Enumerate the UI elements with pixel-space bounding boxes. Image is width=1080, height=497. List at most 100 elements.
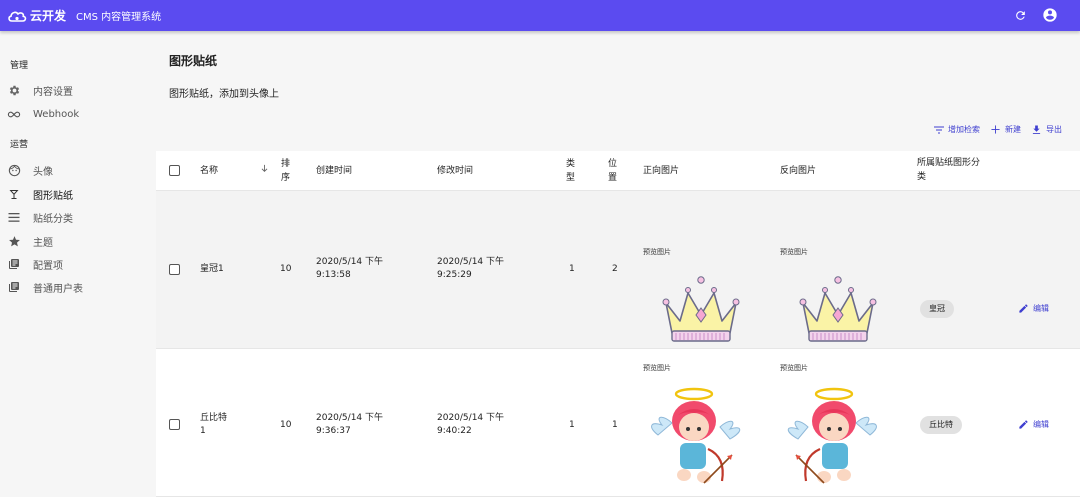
sidebar-item-config[interactable]: 配置项 [7,256,63,272]
sidebar-item-themes[interactable]: 主题 [7,233,53,249]
sidebar-item-label: 头像 [33,166,53,178]
column-type[interactable]: 类 型 [566,157,575,185]
nav-group-manage: 管理 [10,61,29,71]
sidebar-item-content-settings[interactable]: 内容设置 [7,82,73,98]
sidebar-item-webhook[interactable]: Webhook [7,106,79,122]
sidebar-item-label: 普通用户表 [33,283,83,295]
category-chip[interactable]: 皇冠 [920,300,954,318]
table-toolbar: 增加检索 新建 导出 [923,124,1062,135]
nav-group-ops: 运营 [10,140,29,150]
sidebar-item-stickers[interactable]: 图形贴纸 [7,186,73,202]
face-icon [7,163,21,177]
column-modified[interactable]: 修改时间 [437,164,473,178]
add-search-button[interactable]: 增加检索 [933,124,980,135]
cell-order: 10 [280,420,292,430]
column-created[interactable]: 创建时间 [316,164,352,178]
sidebar-item-users[interactable]: 普通用户表 [7,279,83,295]
page-title: 图形贴纸 [169,54,218,68]
list-icon [7,210,21,224]
edit-button[interactable]: 编辑 [1018,303,1049,314]
column-order-line2: 序 [281,173,291,183]
sort-arrow-icon[interactable] [260,164,269,178]
crown-sticker-image[interactable] [658,275,744,345]
column-position-line2: 置 [608,173,618,183]
app-bar: 云开发 CMS 内容管理系统 [0,0,1080,31]
export-button[interactable]: 导出 [1031,124,1062,135]
pencil-icon [1019,420,1028,429]
export-label: 导出 [1046,125,1062,134]
sidebar-item-sticker-categories[interactable]: 贴纸分类 [7,209,73,225]
new-label: 新建 [1005,125,1021,134]
cell-name: 皇冠1 [200,263,224,276]
add-search-label: 增加检索 [948,125,980,134]
column-type-line2: 型 [566,173,576,183]
column-type-line1: 类 [566,159,576,169]
column-back-image[interactable]: 反向图片 [780,164,816,178]
cloud-logo-icon [8,11,27,22]
cupid-sticker-image[interactable] [648,385,746,495]
cell-modified-line1: 2020/5/14 下午 [437,413,505,423]
edit-label: 编辑 [1033,420,1049,429]
sidebar-item-label: 主题 [33,237,53,249]
crown-sticker-image-reversed[interactable] [795,275,881,345]
column-order-line1: 排 [281,159,291,169]
brand[interactable]: 云开发 [7,7,66,24]
back-preview-label: 预览图片 [780,364,808,372]
cell-modified-line2: 9:40:22 [437,426,472,436]
data-table: 名称 排 序 创建时间 修改时间 类 型 位 置 正向图片 反向图片 所属贴纸图… [156,151,1080,497]
table-row[interactable]: 皇冠1 10 2020/5/14 下午 9:13:58 2020/5/14 下午… [156,191,1080,349]
front-preview-label: 预览图片 [643,364,671,372]
column-category-line1: 所属贴纸图形分 [917,158,981,168]
cell-name-line1: 皇冠1 [200,264,224,274]
app-title: CMS 内容管理系统 [76,12,162,23]
sidebar-item-label: 内容设置 [33,86,73,98]
column-order[interactable]: 排 序 [281,157,290,185]
gear-icon [7,83,21,97]
column-position-line1: 位 [608,159,618,169]
sidebar-item-label: 图形贴纸 [33,190,73,202]
column-name[interactable]: 名称 [200,164,218,178]
page-description: 图形贴纸，添加到头像上 [169,89,279,100]
select-all-checkbox[interactable] [169,165,180,176]
row-checkbox[interactable] [169,419,180,430]
edit-button[interactable]: 编辑 [1018,419,1049,430]
cell-name: 丘比特 1 [200,412,227,438]
cell-position: 1 [612,420,618,430]
filter-icon [933,124,944,135]
account-circle-icon[interactable] [1042,7,1058,23]
cell-created-line1: 2020/5/14 下午 [316,257,384,267]
cell-modified: 2020/5/14 下午 9:25:29 [437,256,504,282]
row-checkbox[interactable] [169,264,180,275]
category-chip[interactable]: 丘比特 [920,416,962,434]
cell-modified-line1: 2020/5/14 下午 [437,257,505,267]
cell-created-line2: 9:36:37 [316,426,351,436]
cell-modified: 2020/5/14 下午 9:40:22 [437,412,504,438]
new-button[interactable]: 新建 [990,124,1021,135]
table-row[interactable]: 丘比特 1 10 2020/5/14 下午 9:36:37 2020/5/14 … [156,349,1080,497]
refresh-icon[interactable] [1012,7,1028,23]
column-category[interactable]: 所属贴纸图形分 类 [917,156,980,184]
cell-name-line2: 1 [200,426,206,436]
column-category-line2: 类 [917,172,927,182]
star-icon [7,234,21,248]
front-preview-label: 预览图片 [643,248,671,256]
cell-type: 1 [569,420,575,430]
infinity-icon [7,107,21,121]
download-icon [1031,124,1042,135]
sidebar-item-avatar[interactable]: 头像 [7,162,53,178]
cell-created-line1: 2020/5/14 下午 [316,413,384,423]
cell-created: 2020/5/14 下午 9:13:58 [316,256,383,282]
cell-order: 10 [280,264,292,274]
pencil-icon [1019,304,1028,313]
cell-created-line2: 9:13:58 [316,270,351,280]
back-preview-label: 预览图片 [780,248,808,256]
cell-type: 1 [569,264,575,274]
cupid-sticker-image-reversed[interactable] [782,385,880,495]
sidebar: 管理 内容设置 Webhook 运营 头像 图形贴纸 贴纸分类 主题 配置项 普… [0,31,150,497]
column-position[interactable]: 位 置 [608,157,617,185]
cell-name-line1: 丘比特 [200,413,228,423]
edit-label: 编辑 [1033,304,1049,313]
collection-icon [7,280,21,294]
collection-icon [7,257,21,271]
column-front-image[interactable]: 正向图片 [643,164,679,178]
